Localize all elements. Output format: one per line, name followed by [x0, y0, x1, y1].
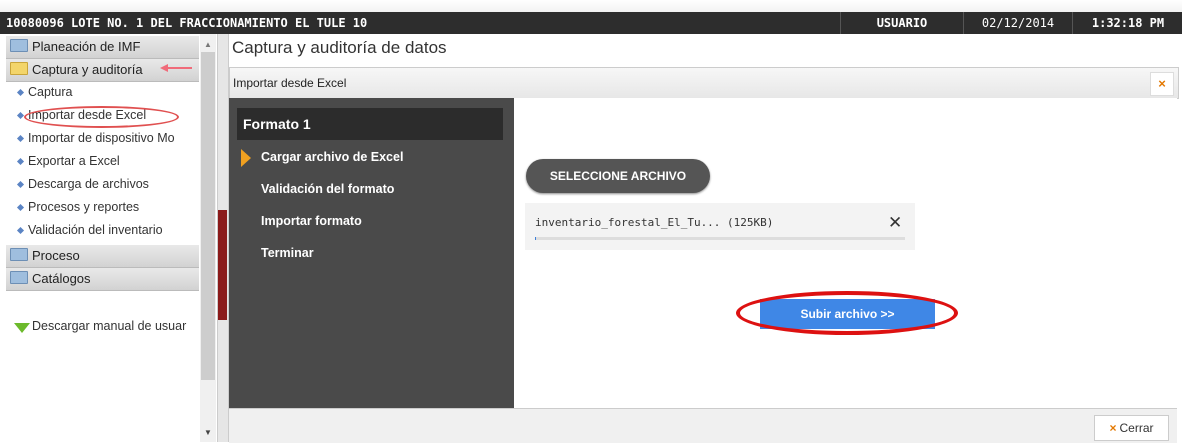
close-icon: ×	[1109, 421, 1117, 435]
wizard-heading: Formato 1	[237, 108, 503, 140]
sidebar-item-procesos[interactable]: Procesos y reportes	[16, 200, 140, 214]
file-item: inventario_forestal_El_Tu... (125KB) ✕	[525, 203, 915, 250]
item-label: Procesos y reportes	[28, 200, 140, 214]
sidebar-item-captura[interactable]: Captura	[16, 85, 73, 99]
top-bar: 10080096 LOTE NO. 1 DEL FRACCIONAMIENTO …	[0, 12, 1182, 34]
upload-progress-fill	[535, 237, 537, 240]
bullet-icon	[16, 226, 25, 235]
download-manual-link[interactable]: Descargar manual de usuar	[14, 319, 186, 333]
highlight-oval	[24, 106, 179, 128]
highlight-oval	[736, 291, 958, 335]
folder-open-icon	[10, 62, 28, 75]
sidebar-item-validacion[interactable]: Validación del inventario	[16, 223, 163, 237]
file-name: inventario_forestal_El_Tu... (125KB)	[535, 216, 774, 229]
section-label: Proceso	[32, 248, 80, 263]
wizard-step-terminar: Terminar	[261, 246, 314, 260]
bullet-icon	[16, 203, 25, 212]
page-title: Captura y auditoría de datos	[232, 38, 447, 57]
section-label: Catálogos	[32, 271, 91, 286]
sidebar-section-planeacion[interactable]: Planeación de IMF	[6, 36, 199, 59]
item-label: Captura	[28, 85, 73, 99]
bullet-icon	[16, 134, 25, 143]
item-label: Descarga de archivos	[28, 177, 149, 191]
sidebar-item-importar-dispositivo[interactable]: Importar de dispositivo Mo	[16, 131, 175, 145]
wizard-steps: Formato 1 Cargar archivo de Excel Valida…	[229, 98, 514, 408]
panel-title: Importar desde Excel	[233, 76, 347, 90]
item-label: Importar de dispositivo Mo	[28, 131, 175, 145]
select-file-button[interactable]: SELECCIONE ARCHIVO	[526, 159, 710, 193]
sidebar: Planeación de IMF Captura y auditoría Ca…	[0, 34, 218, 442]
bullet-icon	[16, 157, 25, 166]
sidebar-section-catalogos[interactable]: Catálogos	[6, 268, 199, 291]
close-button[interactable]: × Cerrar	[1094, 415, 1169, 441]
sidebar-section-proceso[interactable]: Proceso	[6, 245, 199, 268]
wizard-step-validacion: Validación del formato	[261, 182, 395, 196]
scroll-up-icon[interactable]: ▲	[204, 40, 212, 49]
collapse-handle[interactable]	[218, 210, 227, 320]
remove-file-icon[interactable]: ✕	[888, 213, 902, 233]
wizard-step-importar: Importar formato	[261, 214, 362, 228]
current-step-arrow-icon	[241, 149, 251, 167]
bullet-icon	[16, 88, 25, 97]
user-label[interactable]: USUARIO	[840, 12, 963, 34]
section-label: Planeación de IMF	[32, 39, 141, 54]
bullet-icon	[16, 111, 25, 120]
item-label: Exportar a Excel	[28, 154, 120, 168]
wizard-step-cargar: Cargar archivo de Excel	[261, 150, 404, 164]
scrollbar-thumb[interactable]	[201, 52, 215, 380]
section-label: Captura y auditoría	[32, 62, 143, 77]
folder-icon	[10, 271, 28, 284]
sidebar-item-exportar-excel[interactable]: Exportar a Excel	[16, 154, 120, 168]
folder-icon	[10, 39, 28, 52]
close-label: Cerrar	[1119, 421, 1154, 435]
sidebar-item-descarga[interactable]: Descarga de archivos	[16, 177, 149, 191]
item-label: Validación del inventario	[28, 223, 163, 237]
upload-progress	[535, 237, 905, 240]
date-label: 02/12/2014	[963, 12, 1072, 34]
wizard-content	[514, 98, 1177, 408]
panel-header: Importar desde Excel ×	[229, 67, 1179, 99]
download-arrow-icon	[14, 323, 30, 333]
close-icon[interactable]: ×	[1150, 72, 1174, 96]
top-shadow	[0, 0, 1182, 12]
time-label: 1:32:18 PM	[1072, 12, 1182, 34]
arrow-annotation-icon	[160, 64, 192, 72]
folder-icon	[10, 248, 28, 261]
panel-footer: × Cerrar	[229, 408, 1177, 443]
record-title: 10080096 LOTE NO. 1 DEL FRACCIONAMIENTO …	[6, 16, 368, 30]
bullet-icon	[16, 180, 25, 189]
download-label: Descargar manual de usuar	[32, 319, 187, 333]
scroll-down-icon[interactable]: ▼	[204, 428, 212, 437]
